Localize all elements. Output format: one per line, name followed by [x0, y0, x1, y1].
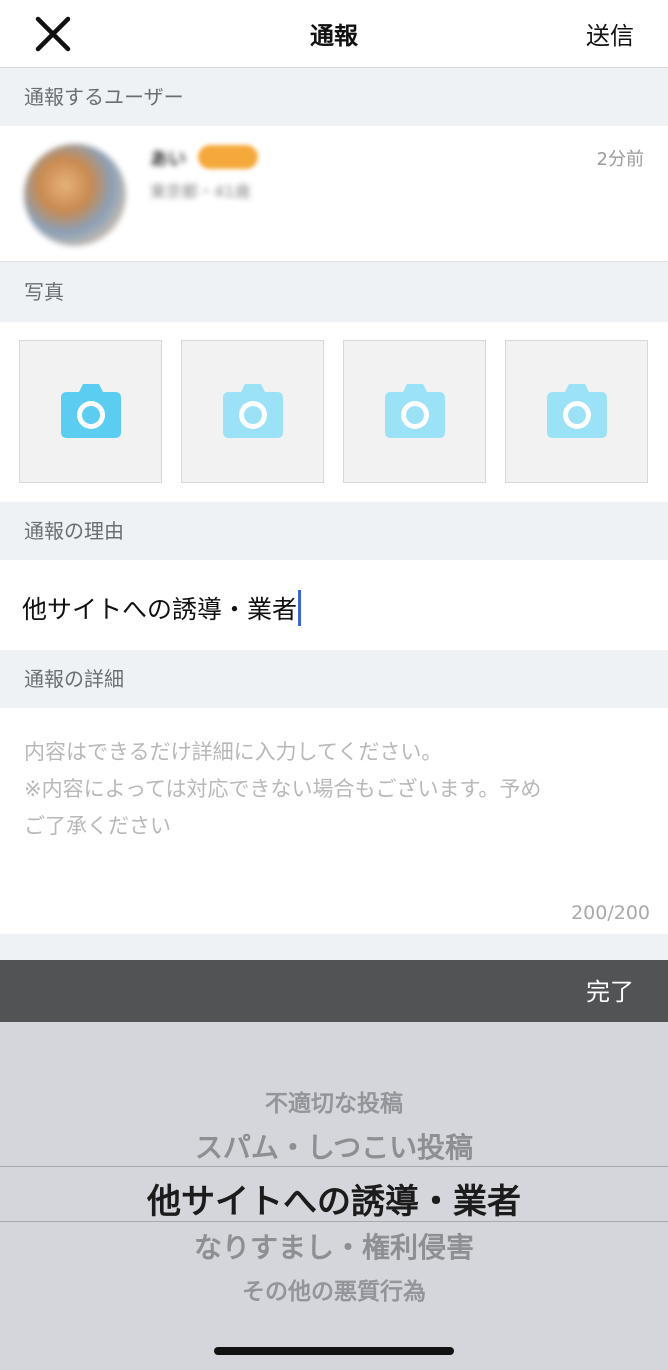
picker-option-3[interactable]: 他サイトへの誘導・業者 — [0, 1174, 668, 1223]
send-button[interactable]: 送信 — [586, 16, 634, 51]
detail-placeholder: 内容はできるだけ詳細に入力してください。 ※内容によっては対応できない場合もござ… — [24, 740, 542, 838]
section-header-user: 通報するユーザー — [0, 68, 668, 126]
character-counter: 200/200 — [571, 902, 650, 924]
photo-slot-1[interactable] — [19, 340, 162, 483]
picker-toolbar: 完了 — [0, 960, 668, 1022]
camera-icon — [61, 384, 121, 438]
camera-icon — [547, 384, 607, 438]
photo-slot-2[interactable] — [181, 340, 324, 483]
section-header-photos: 写真 — [0, 262, 668, 322]
detail-textarea[interactable]: 内容はできるだけ詳細に入力してください。 ※内容によっては対応できない場合もござ… — [0, 708, 668, 934]
user-name: あい — [150, 149, 186, 170]
done-button[interactable]: 完了 — [586, 972, 634, 1007]
camera-icon — [385, 384, 445, 438]
section-header-reason: 通報の理由 — [0, 502, 668, 560]
photo-slot-4[interactable] — [505, 340, 648, 483]
membership-badge — [198, 145, 258, 169]
picker-option-2[interactable]: スパム・しつこい投稿 — [0, 1126, 668, 1166]
section-gap — [0, 934, 668, 960]
reason-value: 他サイトへの誘導・業者 — [22, 595, 298, 624]
post-time: 2分前 — [596, 149, 644, 170]
avatar — [24, 144, 126, 246]
picker-option-4[interactable]: なりすまし・権利侵害 — [0, 1226, 668, 1266]
picker-option-1[interactable]: 不適切な投稿 — [0, 1084, 668, 1118]
nav-bar: 通報 送信 — [0, 0, 668, 68]
picker-selection-top-line — [0, 1166, 668, 1167]
reported-user-row: 2分前 — [0, 126, 668, 262]
picker-option-5[interactable]: その他の悪質行為 — [0, 1272, 668, 1306]
section-header-detail: 通報の詳細 — [0, 650, 668, 708]
photo-slot-3[interactable] — [343, 340, 486, 483]
reason-picker[interactable]: 不適切な投稿スパム・しつこい投稿他サイトへの誘導・業者 なりすまし・権利侵害その他… — [0, 1022, 668, 1370]
photo-slots — [0, 322, 668, 502]
reason-field[interactable]: 他サイトへの誘導・業者 — [0, 560, 668, 650]
home-indicator — [214, 1347, 454, 1355]
page-title: 通報 — [310, 22, 358, 50]
user-location-age: 東京都・41歳 — [150, 182, 251, 201]
camera-icon — [223, 384, 283, 438]
text-caret — [298, 590, 302, 626]
